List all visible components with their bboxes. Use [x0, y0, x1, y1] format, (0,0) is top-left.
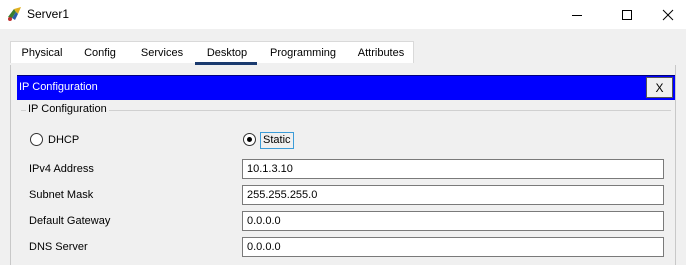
close-icon[interactable] [650, 0, 686, 29]
minimize-icon[interactable] [554, 0, 600, 29]
title-bar: Server1 [0, 0, 686, 29]
tab-services[interactable]: Services [128, 42, 196, 64]
ip-config-header-title: IP Configuration [19, 81, 98, 93]
dhcp-radio[interactable] [30, 133, 43, 146]
dhcp-label[interactable]: DHCP [48, 134, 79, 147]
default-gateway-input[interactable] [242, 211, 664, 231]
static-radio[interactable] [243, 133, 256, 146]
ipv4-address-label: IPv4 Address [29, 163, 94, 175]
subnet-mask-label: Subnet Mask [29, 189, 94, 201]
ip-config-close-button[interactable]: X [646, 77, 673, 98]
tab-attributes[interactable]: Attributes [348, 42, 414, 64]
dns-server-label: DNS Server [29, 241, 88, 253]
tab-config[interactable]: Config [72, 42, 128, 64]
dns-server-input[interactable] [242, 237, 664, 257]
ip-config-close-label: X [655, 80, 664, 95]
tab-physical[interactable]: Physical [12, 42, 72, 64]
group-divider [21, 110, 671, 111]
tab-desktop[interactable]: Desktop [196, 42, 258, 64]
radio-selected-dot [247, 137, 252, 142]
subnet-mask-input[interactable] [242, 185, 664, 205]
maximize-icon[interactable] [604, 0, 650, 29]
server-app-icon [6, 5, 24, 23]
group-title: IP Configuration [26, 103, 109, 116]
ipv4-address-input[interactable] [242, 159, 664, 179]
tab-strip: Physical Config Services Desktop Program… [10, 41, 414, 63]
tab-bar: Physical Config Services Desktop Program… [0, 29, 686, 65]
tab-programming[interactable]: Programming [258, 42, 348, 64]
window-title: Server1 [27, 7, 70, 21]
default-gateway-label: Default Gateway [29, 215, 111, 227]
static-label[interactable]: Static [260, 132, 294, 149]
ip-config-header [17, 75, 675, 100]
